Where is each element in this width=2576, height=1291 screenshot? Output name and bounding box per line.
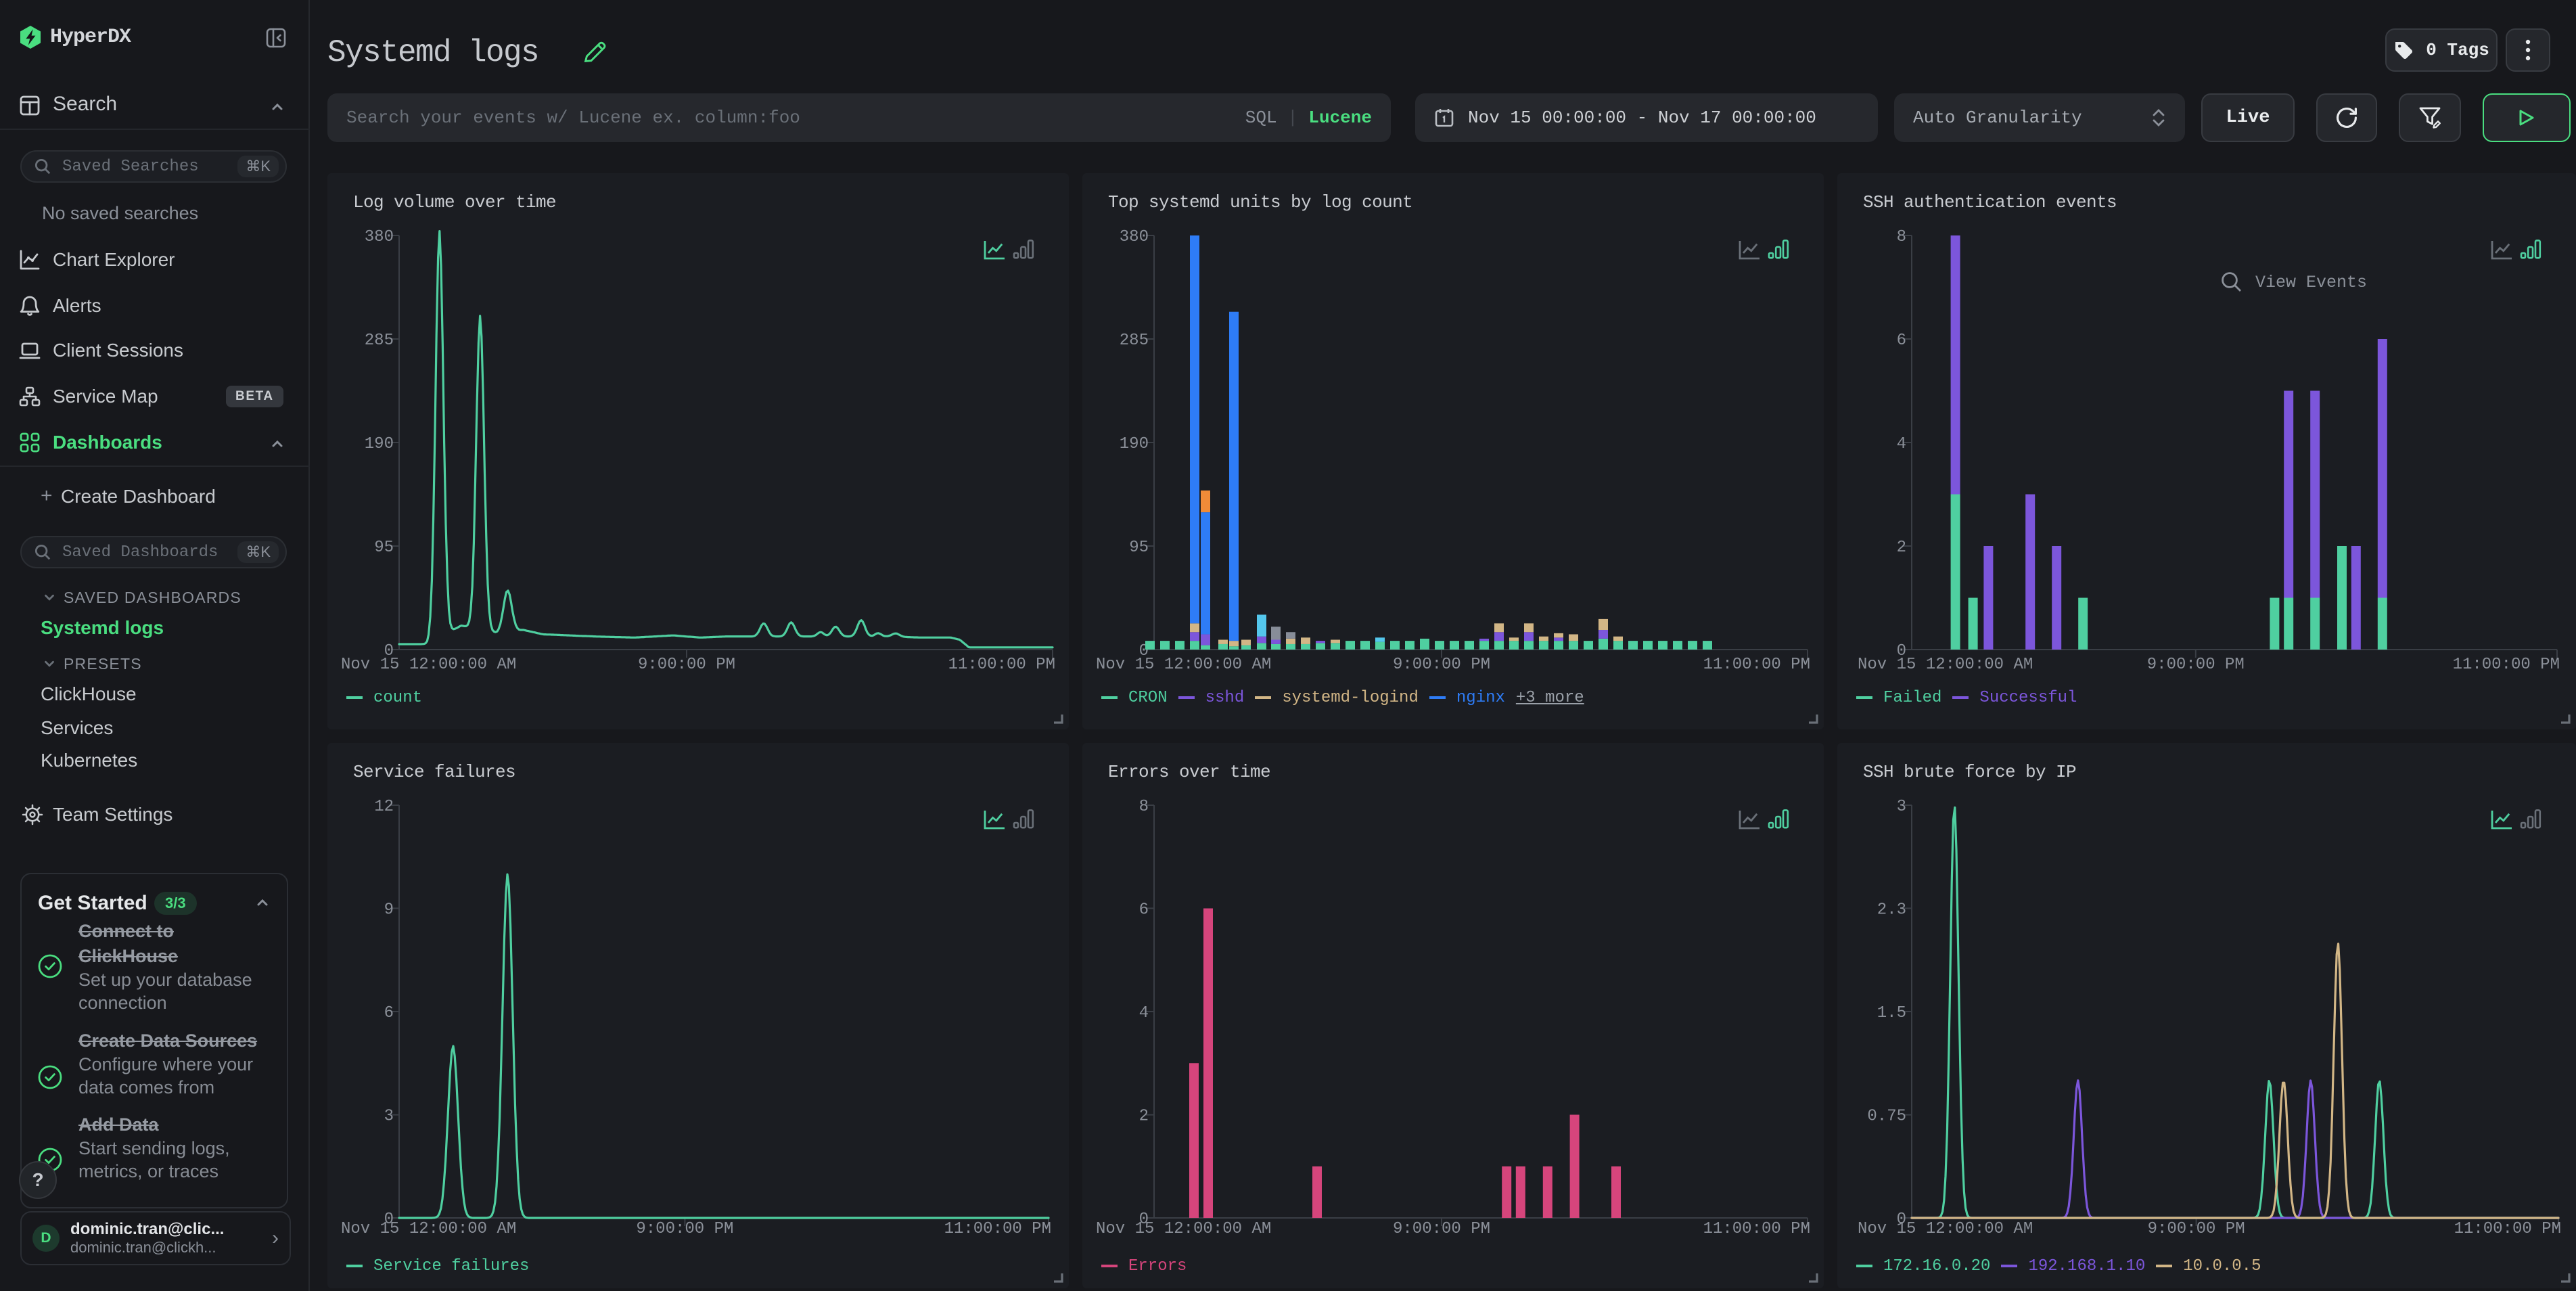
svg-text:8: 8 [1897,228,1906,246]
svg-text:285: 285 [365,332,394,350]
svg-text:9:00:00 PM: 9:00:00 PM [2147,656,2245,674]
svg-text:190: 190 [365,435,394,453]
svg-text:380: 380 [365,228,394,246]
svg-text:Nov 15 12:00:00 AM: Nov 15 12:00:00 AM [1096,656,1271,674]
svg-text:11:00:00 PM: 11:00:00 PM [1703,656,1810,674]
svg-text:285: 285 [1120,332,1149,350]
svg-text:4: 4 [1139,1004,1149,1022]
svg-text:190: 190 [1120,435,1149,453]
svg-text:9:00:00 PM: 9:00:00 PM [638,656,735,674]
svg-text:6: 6 [1139,901,1149,919]
svg-text:View Events: View Events [2255,273,2367,292]
svg-text:8: 8 [1139,798,1149,816]
svg-text:3: 3 [384,1108,394,1126]
svg-text:12: 12 [374,798,394,816]
svg-text:4: 4 [1897,435,1906,453]
svg-text:6: 6 [1897,332,1906,350]
svg-text:1.5: 1.5 [1877,1004,1906,1022]
svg-text:2: 2 [1897,539,1906,557]
svg-text:11:00:00 PM: 11:00:00 PM [1703,1220,1810,1238]
svg-text:2: 2 [1139,1108,1149,1126]
svg-text:Nov 15 12:00:00 AM: Nov 15 12:00:00 AM [341,1220,516,1238]
svg-text:11:00:00 PM: 11:00:00 PM [944,1220,1051,1238]
svg-text:11:00:00 PM: 11:00:00 PM [2454,1220,2561,1238]
svg-text:0.75: 0.75 [1867,1108,1906,1126]
svg-text:95: 95 [374,539,394,557]
svg-text:9:00:00 PM: 9:00:00 PM [2148,1220,2245,1238]
svg-text:9:00:00 PM: 9:00:00 PM [636,1220,733,1238]
svg-text:9:00:00 PM: 9:00:00 PM [1393,656,1490,674]
svg-text:9: 9 [384,901,394,919]
svg-text:11:00:00 PM: 11:00:00 PM [2453,656,2560,674]
svg-text:2.3: 2.3 [1877,901,1906,919]
svg-text:9:00:00 PM: 9:00:00 PM [1393,1220,1490,1238]
svg-text:11:00:00 PM: 11:00:00 PM [948,656,1055,674]
svg-text:95: 95 [1129,539,1149,557]
svg-text:Nov 15 12:00:00 AM: Nov 15 12:00:00 AM [1858,656,2033,674]
svg-text:380: 380 [1120,228,1149,246]
svg-text:6: 6 [384,1004,394,1022]
svg-text:Nov 15 12:00:00 AM: Nov 15 12:00:00 AM [1858,1220,2033,1238]
svg-text:Nov 15 12:00:00 AM: Nov 15 12:00:00 AM [341,656,516,674]
svg-text:Nov 15 12:00:00 AM: Nov 15 12:00:00 AM [1096,1220,1271,1238]
svg-text:3: 3 [1897,798,1906,816]
